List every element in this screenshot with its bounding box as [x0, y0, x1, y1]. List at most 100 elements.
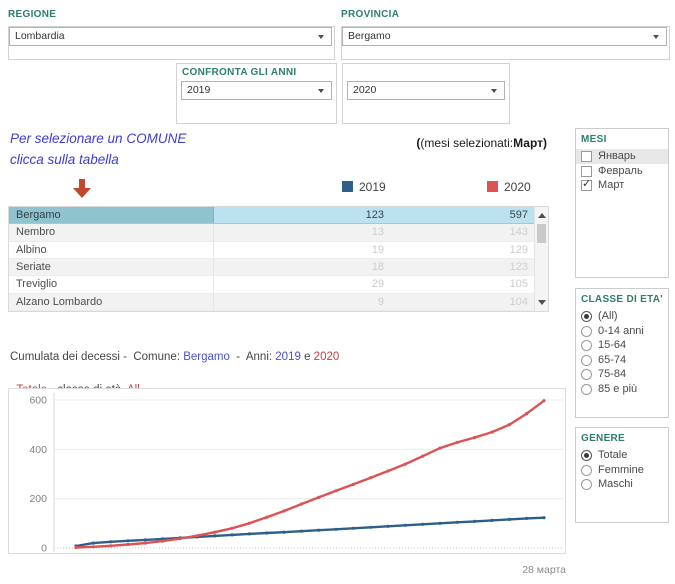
data-point-2020: [92, 545, 95, 548]
anno1-dropdown[interactable]: 2019: [181, 81, 332, 100]
scroll-down-icon[interactable]: [538, 300, 546, 305]
anno2-value: 2020: [353, 84, 376, 96]
chart-canvas: 0200400600: [9, 389, 565, 553]
chevron-down-icon[interactable]: [491, 89, 497, 93]
title-seg: e: [301, 351, 314, 363]
instruction-text: Per selezionare un COMUNE clicca sulla t…: [10, 128, 186, 170]
data-point-2020: [542, 399, 545, 402]
eta-option-all[interactable]: (All): [576, 309, 668, 324]
provincia-dropdown[interactable]: Bergamo: [342, 27, 667, 46]
instruction-line1: Per selezionare un COMUNE: [10, 128, 186, 149]
data-point-2020: [317, 496, 320, 499]
table-rows: Bergamo 123 597 Nembro 13 143 Albino 19 …: [9, 207, 535, 311]
radio-icon[interactable]: [581, 355, 592, 366]
eta-option-15-64[interactable]: 15-64: [576, 338, 668, 353]
comune-cell[interactable]: Alzano Lombardo: [9, 294, 214, 310]
anno2-dropdown[interactable]: 2020: [347, 81, 505, 100]
value-2019-cell[interactable]: 18: [214, 259, 391, 275]
checkbox-icon[interactable]: ✓: [581, 180, 592, 191]
data-point-2020: [300, 503, 303, 506]
radio-icon[interactable]: [581, 384, 592, 395]
comune-cell[interactable]: Albino: [9, 242, 214, 258]
radio-icon[interactable]: [581, 465, 592, 476]
value-2019-cell[interactable]: 123: [214, 207, 391, 223]
legend-swatch-2020[interactable]: [487, 181, 498, 192]
data-point-2020: [490, 431, 493, 434]
data-point-2019: [265, 531, 268, 534]
regione-value: Lombardia: [15, 30, 65, 42]
data-point-2019: [282, 531, 285, 534]
table-row[interactable]: Alzano Lombardo 9 104: [9, 294, 535, 311]
radio-icon[interactable]: [581, 479, 592, 490]
value-2020-cell[interactable]: 597: [391, 207, 535, 223]
radio-icon[interactable]: [581, 340, 592, 351]
series-line-2020: [76, 401, 544, 548]
table-row[interactable]: Nembro 13 143: [9, 224, 535, 241]
value-2020-cell[interactable]: 129: [391, 242, 535, 258]
data-point-2019: [456, 521, 459, 524]
checkbox-icon[interactable]: ✓: [581, 166, 592, 177]
value-2019-cell[interactable]: 9: [214, 294, 391, 310]
radio-icon[interactable]: [581, 369, 592, 380]
legend-item-2019[interactable]: 2019: [342, 180, 402, 193]
table-row[interactable]: Treviglio 29 105: [9, 276, 535, 293]
genere-option-totale[interactable]: Totale: [576, 448, 668, 463]
data-point-2020: [248, 522, 251, 525]
legend-swatch-2019[interactable]: [342, 181, 353, 192]
radio-icon[interactable]: [581, 311, 592, 322]
table-row[interactable]: Bergamo 123 597: [9, 207, 535, 224]
data-point-2020: [230, 527, 233, 530]
genere-label: Femmine: [598, 464, 644, 476]
legend-item-2020[interactable]: 2020: [487, 180, 547, 193]
data-point-2019: [369, 526, 372, 529]
data-point-2020: [352, 483, 355, 486]
eta-option-0-14[interactable]: 0-14 anni: [576, 324, 668, 339]
genere-option-femmine[interactable]: Femmine: [576, 463, 668, 478]
chevron-down-icon[interactable]: [318, 89, 324, 93]
table-scrollbar[interactable]: [534, 207, 548, 311]
comune-cell[interactable]: Nembro: [9, 224, 214, 240]
table-row[interactable]: Seriate 18 123: [9, 259, 535, 276]
comune-cell[interactable]: Seriate: [9, 259, 214, 275]
data-point-2020: [74, 546, 77, 549]
data-point-2020: [508, 423, 511, 426]
genere-option-maschi[interactable]: Maschi: [576, 477, 668, 492]
arrow-down-icon: [72, 179, 92, 198]
month-label: Январь: [598, 150, 636, 162]
data-point-2019: [109, 540, 112, 543]
anno1-value: 2019: [187, 84, 210, 96]
chevron-down-icon[interactable]: [653, 35, 659, 39]
data-point-2020: [369, 476, 372, 479]
month-option-february[interactable]: ✓ Февраль: [576, 164, 668, 179]
comune-cell[interactable]: Treviglio: [9, 276, 214, 292]
data-point-2020: [386, 469, 389, 472]
regione-dropdown[interactable]: Lombardia: [9, 27, 332, 46]
note-prefix: (mesi selezionati:: [420, 136, 513, 150]
table-row[interactable]: Albino 19 129: [9, 242, 535, 259]
data-point-2019: [144, 538, 147, 541]
eta-label: 85 e più: [598, 383, 637, 395]
radio-icon[interactable]: [581, 450, 592, 461]
value-2020-cell[interactable]: 143: [391, 224, 535, 240]
scroll-up-icon[interactable]: [538, 213, 546, 218]
eta-option-65-74[interactable]: 65-74: [576, 353, 668, 368]
scrollbar-thumb[interactable]: [537, 224, 546, 243]
value-2019-cell[interactable]: 29: [214, 276, 391, 292]
value-2019-cell[interactable]: 13: [214, 224, 391, 240]
value-2020-cell[interactable]: 104: [391, 294, 535, 310]
month-option-january[interactable]: ✓ Январь: [576, 149, 668, 164]
value-2019-cell[interactable]: 19: [214, 242, 391, 258]
eta-option-75-84[interactable]: 75-84: [576, 367, 668, 382]
value-2020-cell[interactable]: 123: [391, 259, 535, 275]
chevron-down-icon[interactable]: [318, 35, 324, 39]
checkbox-icon[interactable]: ✓: [581, 151, 592, 162]
comune-cell[interactable]: Bergamo: [9, 207, 214, 223]
value-2020-cell[interactable]: 105: [391, 276, 535, 292]
note-month: Март: [513, 136, 543, 150]
month-label: Март: [598, 179, 624, 191]
month-option-march[interactable]: ✓ Март: [576, 178, 668, 193]
eta-option-85plus[interactable]: 85 e più: [576, 382, 668, 397]
data-point-2020: [282, 509, 285, 512]
selected-months-note: ((mesi selezionati:Март): [330, 136, 547, 150]
radio-icon[interactable]: [581, 326, 592, 337]
